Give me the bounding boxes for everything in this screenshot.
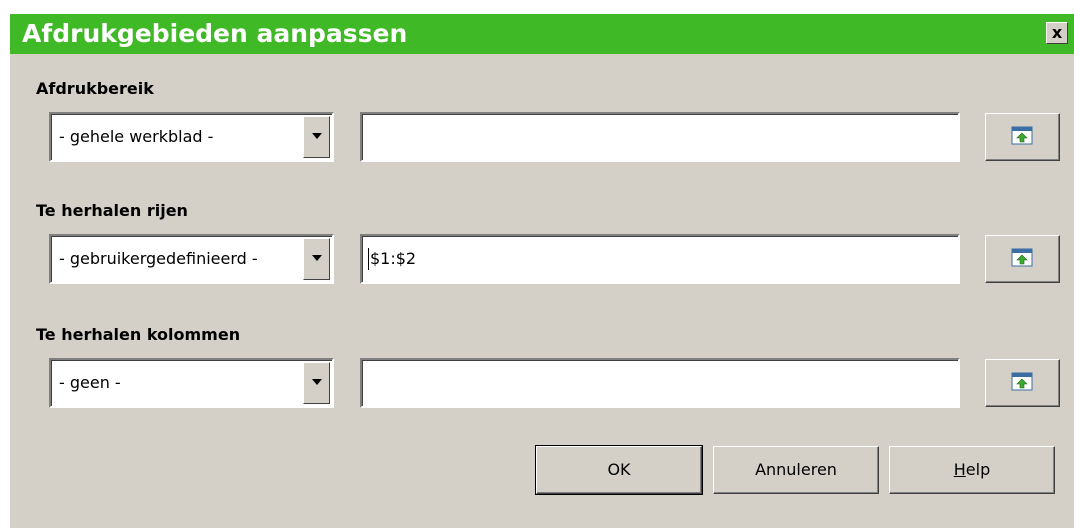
repeat-columns-input[interactable]	[360, 358, 960, 408]
ok-button[interactable]: OK	[535, 445, 703, 495]
print-range-shrink-button[interactable]	[985, 113, 1060, 161]
close-button[interactable]: x	[1046, 22, 1068, 44]
repeat-rows-input-value: $1:$2	[370, 249, 417, 268]
repeat-columns-shrink-button[interactable]	[985, 359, 1060, 407]
repeat-columns-combo-value: - geen -	[59, 373, 121, 392]
repeat-rows-combo[interactable]: - gebruikergedefinieerd -	[49, 234, 334, 284]
help-label: elp	[965, 460, 991, 479]
repeat-columns-label: Te herhalen kolommen	[36, 325, 241, 344]
repeat-rows-input[interactable]: $1:$2	[360, 234, 960, 284]
repeat-rows-shrink-button[interactable]	[985, 235, 1060, 283]
title-bar[interactable]: Afdrukgebieden aanpassen x	[10, 14, 1074, 54]
print-range-input[interactable]	[360, 112, 960, 162]
shrink-dialog-icon	[1011, 248, 1033, 267]
help-button[interactable]: Help	[889, 446, 1055, 494]
chevron-down-icon	[312, 379, 322, 385]
print-range-combo[interactable]: - gehele werkblad -	[49, 112, 334, 162]
repeat-rows-dropdown-button[interactable]	[303, 238, 330, 280]
print-range-label: Afdrukbereik	[36, 79, 154, 98]
chevron-down-icon	[312, 255, 322, 261]
text-cursor	[368, 248, 369, 270]
repeat-rows-combo-value: - gebruikergedefinieerd -	[59, 249, 258, 268]
cancel-button[interactable]: Annuleren	[713, 446, 879, 494]
help-mnemonic: H	[953, 460, 966, 479]
print-range-dropdown-button[interactable]	[303, 116, 330, 158]
repeat-columns-combo[interactable]: - geen -	[49, 358, 334, 408]
repeat-rows-label: Te herhalen rijen	[36, 201, 188, 220]
close-icon: x	[1051, 23, 1063, 42]
shrink-dialog-icon	[1011, 372, 1033, 391]
repeat-columns-dropdown-button[interactable]	[303, 362, 330, 404]
shrink-dialog-icon	[1011, 126, 1033, 145]
print-range-combo-value: - gehele werkblad -	[59, 127, 214, 146]
chevron-down-icon	[312, 133, 322, 139]
print-ranges-dialog: Afdrukgebieden aanpassen x Afdrukbereik …	[10, 14, 1074, 528]
dialog-title: Afdrukgebieden aanpassen	[22, 19, 408, 48]
